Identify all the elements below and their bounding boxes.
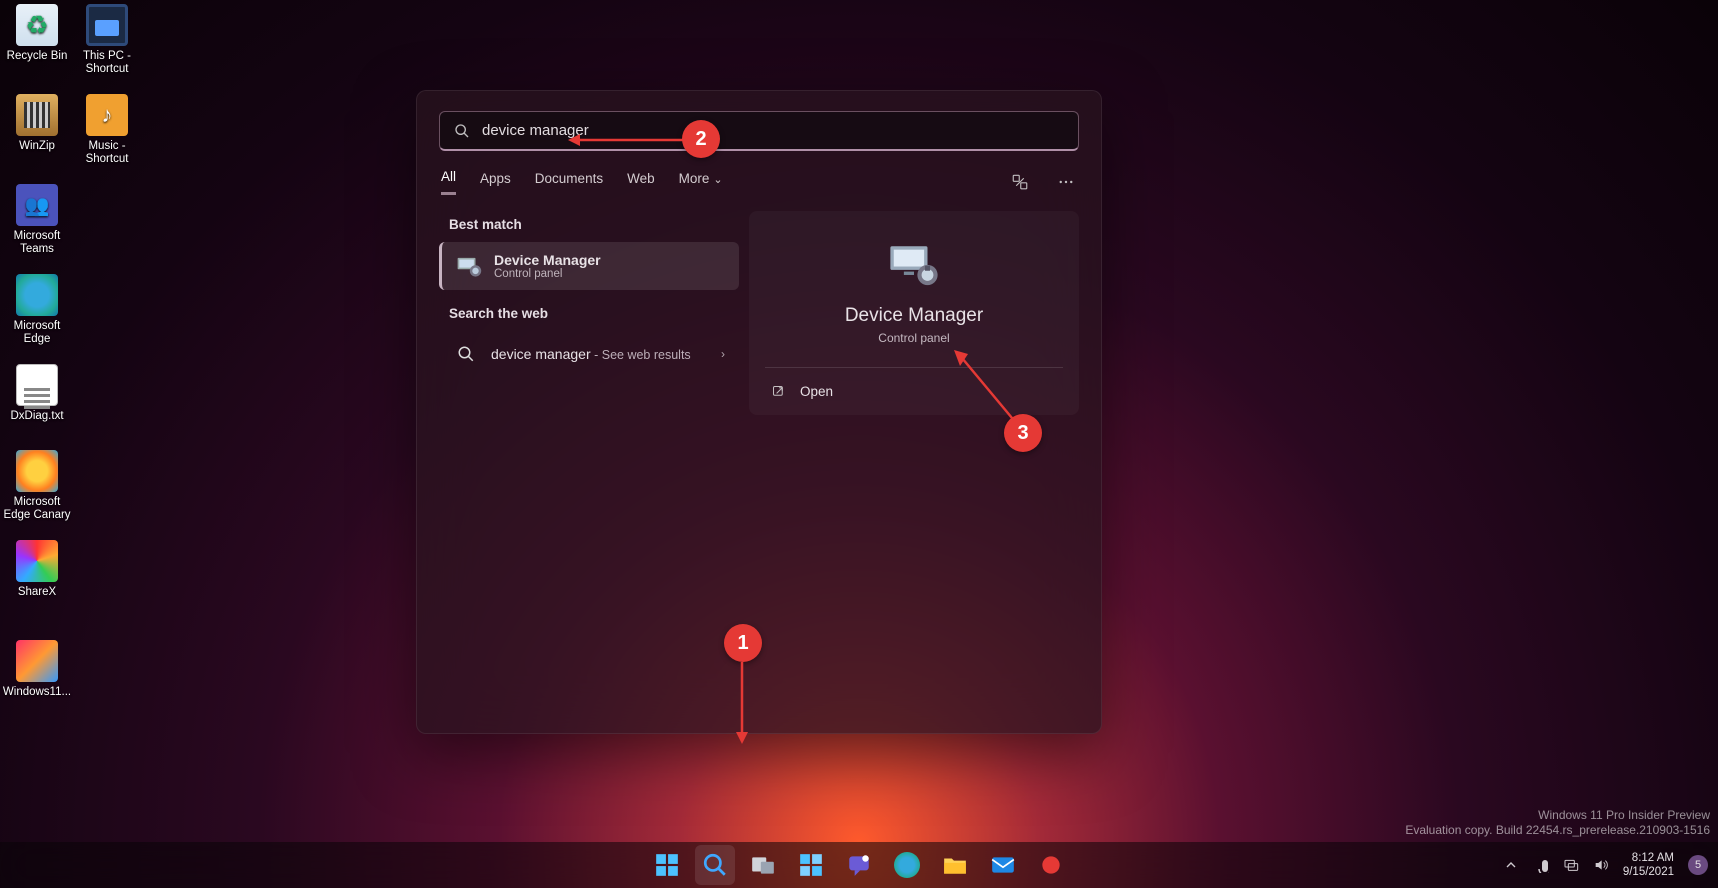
desktop-icon-label: Recycle Bin xyxy=(0,50,74,63)
windows-start-icon xyxy=(654,852,680,878)
windows-watermark: Windows 11 Pro Insider Preview Evaluatio… xyxy=(1405,808,1710,838)
desktop-icon-label: Microsoft Teams xyxy=(0,230,74,256)
taskbar-explorer[interactable] xyxy=(935,845,975,885)
desktop-icon-windows11[interactable]: Windows11... xyxy=(0,640,74,699)
widgets-button[interactable] xyxy=(791,845,831,885)
chat-icon xyxy=(846,852,872,878)
chevron-right-icon: › xyxy=(721,347,725,361)
search-icon xyxy=(453,341,479,367)
task-view-button[interactable] xyxy=(743,845,783,885)
result-device-manager[interactable]: Device Manager Control panel xyxy=(439,242,739,290)
search-options-button[interactable] xyxy=(1009,171,1031,193)
open-external-icon xyxy=(771,384,786,399)
annotation-marker-3: 3 xyxy=(1004,414,1042,452)
result-title: Device Manager xyxy=(494,252,601,268)
preview-subtitle: Control panel xyxy=(765,331,1063,345)
taskbar-mail[interactable] xyxy=(983,845,1023,885)
preview-title: Device Manager xyxy=(765,305,1063,327)
desktop-icon-edge-canary[interactable]: Microsoft Edge Canary xyxy=(0,450,74,522)
desktop-icon-edge[interactable]: Microsoft Edge xyxy=(0,274,74,346)
edge-canary-icon xyxy=(16,450,58,492)
desktop-icon-winzip[interactable]: WinZip xyxy=(0,94,74,153)
pc-icon xyxy=(86,4,128,46)
desktop-icon-dxdiag[interactable]: DxDiag.txt xyxy=(0,364,74,423)
taskbar-recording[interactable] xyxy=(1031,845,1071,885)
file-explorer-icon xyxy=(942,852,968,878)
search-icon xyxy=(454,123,470,139)
section-search-web: Search the web xyxy=(439,300,739,331)
desktop-icon-label: This PC - Shortcut xyxy=(70,50,144,76)
filter-tab-more[interactable]: More xyxy=(679,171,723,194)
desktop-icon-sharex[interactable]: ShareX xyxy=(0,540,74,599)
edge-icon xyxy=(16,274,58,316)
text-file-icon xyxy=(16,364,58,406)
desktop-icon-label: Microsoft Edge Canary xyxy=(0,496,74,522)
tray-date: 9/15/2021 xyxy=(1623,865,1674,879)
web-result-text: device manager - See web results xyxy=(491,346,691,362)
taskbar-search-button[interactable] xyxy=(695,845,735,885)
desktop-icon-music[interactable]: Music - Shortcut xyxy=(70,94,144,166)
search-box[interactable] xyxy=(439,111,1079,151)
desktop-icon-label: DxDiag.txt xyxy=(0,410,74,423)
edge-icon xyxy=(894,852,920,878)
desktop-icon-recycle-bin[interactable]: Recycle Bin xyxy=(0,4,74,63)
volume-icon[interactable] xyxy=(1593,857,1609,873)
record-icon xyxy=(1038,852,1064,878)
tray-time: 8:12 AM xyxy=(1623,851,1674,865)
system-tray: 8:12 AM 9/15/2021 5 xyxy=(1503,851,1708,879)
desktop-icon-this-pc[interactable]: This PC - Shortcut xyxy=(70,4,144,76)
image-file-icon xyxy=(16,640,58,682)
filter-tab-all[interactable]: All xyxy=(441,169,456,195)
annotation-marker-2: 2 xyxy=(682,120,720,158)
teams-icon xyxy=(16,184,58,226)
tray-clock[interactable]: 8:12 AM 9/15/2021 xyxy=(1623,851,1674,879)
folder-music-icon xyxy=(86,94,128,136)
annotation-marker-1: 1 xyxy=(724,624,762,662)
widgets-icon xyxy=(798,852,824,878)
device-manager-large-icon xyxy=(887,241,941,287)
desktop-icon-teams[interactable]: Microsoft Teams xyxy=(0,184,74,256)
result-web-search[interactable]: device manager - See web results › xyxy=(439,331,739,377)
desktop-icon-label: ShareX xyxy=(0,586,74,599)
desktop-icon-label: Music - Shortcut xyxy=(70,140,144,166)
task-view-icon xyxy=(750,852,776,878)
notification-badge[interactable]: 5 xyxy=(1688,855,1708,875)
preview-action-open[interactable]: Open xyxy=(765,368,1063,415)
search-input[interactable] xyxy=(482,122,1064,139)
filter-tab-apps[interactable]: Apps xyxy=(480,171,511,194)
network-icon[interactable] xyxy=(1563,857,1579,873)
search-filter-tabs: All Apps Documents Web More xyxy=(441,169,1077,195)
desktop-icon-label: WinZip xyxy=(0,140,74,153)
search-results-column: Best match Device Manager Control panel … xyxy=(439,211,739,415)
chat-button[interactable] xyxy=(839,845,879,885)
tray-chevron-up-icon[interactable] xyxy=(1503,857,1519,873)
taskbar: 8:12 AM 9/15/2021 5 xyxy=(0,842,1718,888)
filter-tab-web[interactable]: Web xyxy=(627,171,655,194)
section-best-match: Best match xyxy=(439,211,739,242)
desktop-icon-label: Windows11... xyxy=(0,686,74,699)
recycle-bin-icon xyxy=(16,4,58,46)
winzip-icon xyxy=(16,94,58,136)
mail-icon xyxy=(990,852,1016,878)
taskbar-edge[interactable] xyxy=(887,845,927,885)
start-button[interactable] xyxy=(647,845,687,885)
result-preview-pane: Device Manager Control panel Open xyxy=(749,211,1079,415)
microphone-icon[interactable] xyxy=(1533,857,1549,873)
device-manager-icon xyxy=(456,253,482,279)
search-icon xyxy=(702,852,728,878)
taskbar-center xyxy=(647,845,1071,885)
preview-action-label: Open xyxy=(800,384,833,399)
result-subtitle: Control panel xyxy=(494,268,601,280)
filter-tab-documents[interactable]: Documents xyxy=(535,171,603,194)
search-more-button[interactable] xyxy=(1055,171,1077,193)
desktop-icon-label: Microsoft Edge xyxy=(0,320,74,346)
sharex-icon xyxy=(16,540,58,582)
